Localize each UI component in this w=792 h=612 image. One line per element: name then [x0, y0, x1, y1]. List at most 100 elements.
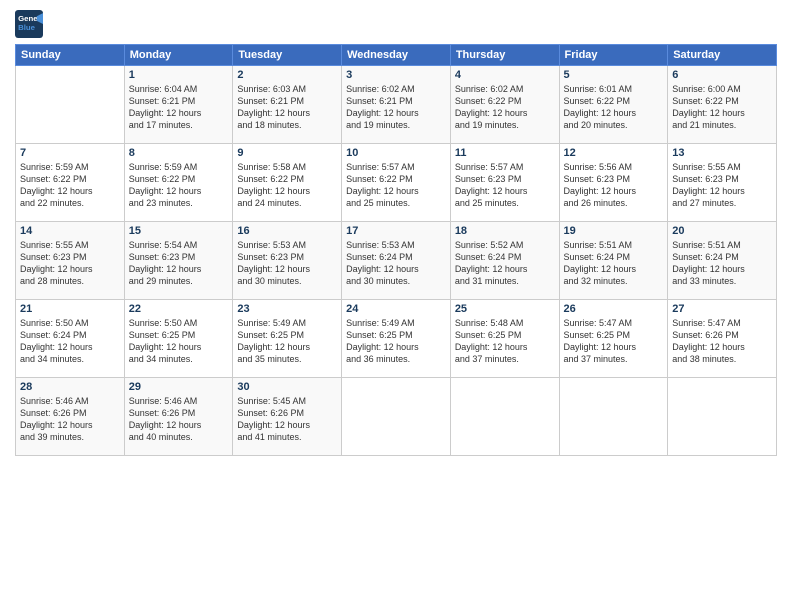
day-number: 26: [564, 303, 664, 315]
calendar-cell: 8 Sunrise: 5:59 AMSunset: 6:22 PMDaylight…: [124, 144, 233, 222]
day-info: Sunrise: 5:47 AMSunset: 6:26 PMDaylight:…: [672, 317, 772, 366]
day-number: 2: [237, 69, 337, 81]
calendar-week-2: 7 Sunrise: 5:59 AMSunset: 6:22 PMDaylight…: [16, 144, 777, 222]
day-number: 21: [20, 303, 120, 315]
day-number: 16: [237, 225, 337, 237]
weekday-header-row: SundayMondayTuesdayWednesdayThursdayFrid…: [16, 45, 777, 66]
calendar-week-3: 14 Sunrise: 5:55 AMSunset: 6:23 PMDayligh…: [16, 222, 777, 300]
calendar-cell: 29 Sunrise: 5:46 AMSunset: 6:26 PMDayligh…: [124, 378, 233, 456]
day-number: 25: [455, 303, 555, 315]
day-info: Sunrise: 6:00 AMSunset: 6:22 PMDaylight:…: [672, 83, 772, 132]
calendar-cell: 6 Sunrise: 6:00 AMSunset: 6:22 PMDaylight…: [668, 66, 777, 144]
day-number: 4: [455, 69, 555, 81]
calendar-cell: [342, 378, 451, 456]
weekday-header-saturday: Saturday: [668, 45, 777, 66]
calendar-cell: 14 Sunrise: 5:55 AMSunset: 6:23 PMDayligh…: [16, 222, 125, 300]
calendar-cell: 7 Sunrise: 5:59 AMSunset: 6:22 PMDaylight…: [16, 144, 125, 222]
day-number: 24: [346, 303, 446, 315]
day-number: 6: [672, 69, 772, 81]
calendar-cell: [16, 66, 125, 144]
calendar-cell: [450, 378, 559, 456]
day-info: Sunrise: 5:51 AMSunset: 6:24 PMDaylight:…: [672, 239, 772, 288]
weekday-header-wednesday: Wednesday: [342, 45, 451, 66]
calendar-cell: 19 Sunrise: 5:51 AMSunset: 6:24 PMDayligh…: [559, 222, 668, 300]
day-info: Sunrise: 5:53 AMSunset: 6:23 PMDaylight:…: [237, 239, 337, 288]
day-info: Sunrise: 6:02 AMSunset: 6:22 PMDaylight:…: [455, 83, 555, 132]
day-info: Sunrise: 5:56 AMSunset: 6:23 PMDaylight:…: [564, 161, 664, 210]
calendar-cell: 1 Sunrise: 6:04 AMSunset: 6:21 PMDaylight…: [124, 66, 233, 144]
calendar-cell: 11 Sunrise: 5:57 AMSunset: 6:23 PMDayligh…: [450, 144, 559, 222]
logo-icon: General Blue: [15, 10, 43, 38]
day-number: 10: [346, 147, 446, 159]
day-number: 22: [129, 303, 229, 315]
day-number: 19: [564, 225, 664, 237]
day-info: Sunrise: 6:03 AMSunset: 6:21 PMDaylight:…: [237, 83, 337, 132]
calendar-cell: 24 Sunrise: 5:49 AMSunset: 6:25 PMDayligh…: [342, 300, 451, 378]
day-info: Sunrise: 5:57 AMSunset: 6:23 PMDaylight:…: [455, 161, 555, 210]
calendar-cell: [559, 378, 668, 456]
day-info: Sunrise: 5:51 AMSunset: 6:24 PMDaylight:…: [564, 239, 664, 288]
calendar-cell: 5 Sunrise: 6:01 AMSunset: 6:22 PMDaylight…: [559, 66, 668, 144]
calendar-cell: 30 Sunrise: 5:45 AMSunset: 6:26 PMDayligh…: [233, 378, 342, 456]
calendar-cell: 25Sunrise: 5:48 AMSunset: 6:25 PMDayligh…: [450, 300, 559, 378]
calendar-cell: 22 Sunrise: 5:50 AMSunset: 6:25 PMDayligh…: [124, 300, 233, 378]
day-number: 28: [20, 381, 120, 393]
day-info: Sunrise: 5:59 AMSunset: 6:22 PMDaylight:…: [20, 161, 120, 210]
calendar-cell: 13Sunrise: 5:55 AMSunset: 6:23 PMDayligh…: [668, 144, 777, 222]
day-info: Sunrise: 5:45 AMSunset: 6:26 PMDaylight:…: [237, 395, 337, 444]
calendar-week-4: 21 Sunrise: 5:50 AMSunset: 6:24 PMDayligh…: [16, 300, 777, 378]
calendar-cell: 26 Sunrise: 5:47 AMSunset: 6:25 PMDayligh…: [559, 300, 668, 378]
calendar-cell: 3Sunrise: 6:02 AMSunset: 6:21 PMDaylight…: [342, 66, 451, 144]
calendar-body: 1 Sunrise: 6:04 AMSunset: 6:21 PMDaylight…: [16, 66, 777, 456]
day-number: 29: [129, 381, 229, 393]
day-info: Sunrise: 5:55 AMSunset: 6:23 PMDaylight:…: [20, 239, 120, 288]
calendar-week-5: 28 Sunrise: 5:46 AMSunset: 6:26 PMDayligh…: [16, 378, 777, 456]
day-number: 12: [564, 147, 664, 159]
calendar-cell: 10 Sunrise: 5:57 AMSunset: 6:22 PMDayligh…: [342, 144, 451, 222]
day-number: 14: [20, 225, 120, 237]
calendar-table: SundayMondayTuesdayWednesdayThursdayFrid…: [15, 44, 777, 456]
day-number: 13: [672, 147, 772, 159]
day-number: 23: [237, 303, 337, 315]
day-info: Sunrise: 5:54 AMSunset: 6:23 PMDaylight:…: [129, 239, 229, 288]
weekday-header-friday: Friday: [559, 45, 668, 66]
calendar-cell: 15 Sunrise: 5:54 AMSunset: 6:23 PMDayligh…: [124, 222, 233, 300]
day-number: 11: [455, 147, 555, 159]
day-info: Sunrise: 5:46 AMSunset: 6:26 PMDaylight:…: [20, 395, 120, 444]
calendar-cell: 23 Sunrise: 5:49 AMSunset: 6:25 PMDayligh…: [233, 300, 342, 378]
day-number: 7: [20, 147, 120, 159]
day-info: Sunrise: 5:50 AMSunset: 6:24 PMDaylight:…: [20, 317, 120, 366]
calendar-cell: 28 Sunrise: 5:46 AMSunset: 6:26 PMDayligh…: [16, 378, 125, 456]
calendar-cell: 17Sunrise: 5:53 AMSunset: 6:24 PMDayligh…: [342, 222, 451, 300]
weekday-header-tuesday: Tuesday: [233, 45, 342, 66]
day-info: Sunrise: 6:04 AMSunset: 6:21 PMDaylight:…: [129, 83, 229, 132]
day-info: Sunrise: 5:47 AMSunset: 6:25 PMDaylight:…: [564, 317, 664, 366]
day-number: 27: [672, 303, 772, 315]
day-info: Sunrise: 5:50 AMSunset: 6:25 PMDaylight:…: [129, 317, 229, 366]
calendar-cell: 21 Sunrise: 5:50 AMSunset: 6:24 PMDayligh…: [16, 300, 125, 378]
day-info: Sunrise: 5:57 AMSunset: 6:22 PMDaylight:…: [346, 161, 446, 210]
calendar-cell: 2 Sunrise: 6:03 AMSunset: 6:21 PMDaylight…: [233, 66, 342, 144]
day-number: 18: [455, 225, 555, 237]
day-info: Sunrise: 5:49 AMSunset: 6:25 PMDaylight:…: [346, 317, 446, 366]
calendar-cell: 9Sunrise: 5:58 AMSunset: 6:22 PMDaylight…: [233, 144, 342, 222]
calendar-cell: 4 Sunrise: 6:02 AMSunset: 6:22 PMDaylight…: [450, 66, 559, 144]
weekday-header-sunday: Sunday: [16, 45, 125, 66]
page-header: General Blue: [15, 10, 777, 38]
svg-text:Blue: Blue: [18, 23, 36, 32]
day-number: 15: [129, 225, 229, 237]
day-number: 1: [129, 69, 229, 81]
day-number: 8: [129, 147, 229, 159]
calendar-cell: 27 Sunrise: 5:47 AMSunset: 6:26 PMDayligh…: [668, 300, 777, 378]
calendar-week-1: 1 Sunrise: 6:04 AMSunset: 6:21 PMDaylight…: [16, 66, 777, 144]
day-number: 5: [564, 69, 664, 81]
day-info: Sunrise: 5:59 AMSunset: 6:22 PMDaylight:…: [129, 161, 229, 210]
day-info: Sunrise: 5:52 AMSunset: 6:24 PMDaylight:…: [455, 239, 555, 288]
calendar-cell: 20Sunrise: 5:51 AMSunset: 6:24 PMDayligh…: [668, 222, 777, 300]
day-info: Sunrise: 5:49 AMSunset: 6:25 PMDaylight:…: [237, 317, 337, 366]
calendar-header: SundayMondayTuesdayWednesdayThursdayFrid…: [16, 45, 777, 66]
day-info: Sunrise: 5:46 AMSunset: 6:26 PMDaylight:…: [129, 395, 229, 444]
day-info: Sunrise: 6:01 AMSunset: 6:22 PMDaylight:…: [564, 83, 664, 132]
day-number: 30: [237, 381, 337, 393]
day-number: 9: [237, 147, 337, 159]
